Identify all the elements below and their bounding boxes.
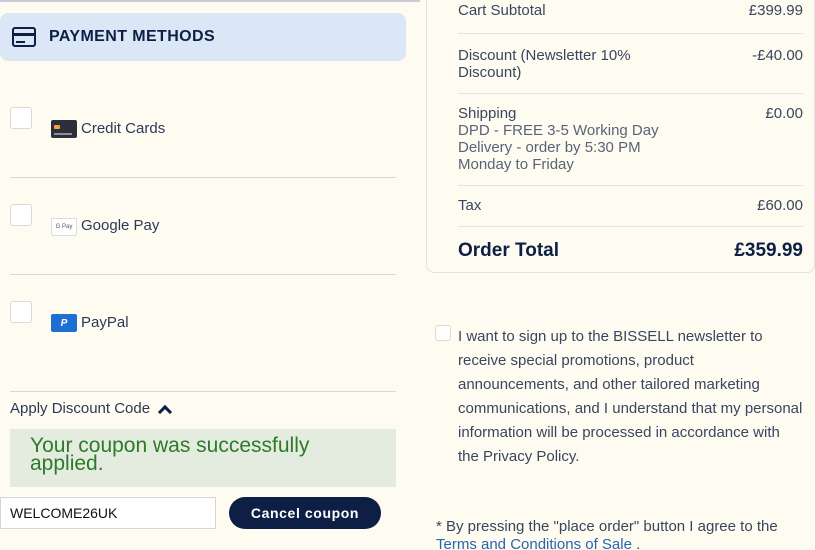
order-total-value: £359.99: [734, 240, 803, 261]
terms-suffix: .: [636, 536, 641, 550]
google-pay-checkbox[interactable]: [10, 204, 32, 226]
credit-card-icon: [12, 27, 36, 47]
discount-value: -£40.00: [752, 47, 803, 64]
google-pay-label: Google Pay: [81, 217, 160, 234]
discount-label: Discount (Newsletter 10% Discount): [458, 47, 631, 81]
discount-row: Discount (Newsletter 10% Discount) -£40.…: [458, 47, 803, 83]
divider: [10, 391, 396, 392]
credit-cards-label: Credit Cards: [81, 120, 166, 137]
paypal-logo-icon: P: [51, 314, 77, 332]
divider: [458, 226, 803, 227]
credit-cards-checkbox[interactable]: [10, 107, 32, 129]
tax-row: Tax £60.00: [458, 197, 803, 215]
discount-code-input[interactable]: [0, 497, 216, 529]
payment-option-paypal[interactable]: P PayPal: [10, 301, 396, 341]
terms-link[interactable]: Terms and Conditions of Sale: [436, 536, 632, 550]
cart-subtotal-value: £399.99: [748, 2, 803, 19]
divider: [458, 93, 803, 94]
order-summary: Cart Subtotal £399.99 Discount (Newslett…: [426, 0, 815, 273]
divider: [458, 33, 803, 34]
newsletter-checkbox[interactable]: [435, 325, 451, 341]
google-pay-logo-icon: G Pay: [51, 218, 77, 236]
divider: [458, 185, 803, 186]
shipping-label: Shipping: [458, 105, 517, 122]
coupon-success-message: Your coupon was successfully applied.: [10, 429, 396, 487]
tax-value: £60.00: [757, 197, 803, 214]
cancel-coupon-button[interactable]: Cancel coupon: [229, 497, 381, 529]
terms-text: * By pressing the "place order" button I…: [436, 518, 778, 535]
divider: [10, 274, 396, 275]
shipping-block: Shipping DPD - FREE 3-5 Working Day Deli…: [458, 105, 668, 173]
divider: [10, 177, 396, 178]
newsletter-text: I want to sign up to the BISSELL newslet…: [458, 328, 803, 465]
tax-label: Tax: [458, 197, 482, 214]
cart-subtotal-label: Cart Subtotal: [458, 2, 546, 19]
shipping-value: £0.00: [765, 105, 803, 122]
payment-methods-title: PAYMENT METHODS: [49, 28, 216, 45]
credit-card-logo-icon: [51, 120, 77, 138]
paypal-label: PayPal: [81, 314, 129, 331]
shipping-detail: DPD - FREE 3-5 Working Day Delivery - or…: [458, 122, 659, 173]
apply-discount-toggle[interactable]: Apply Discount Code: [10, 400, 173, 419]
chevron-up-icon: [158, 404, 173, 419]
shipping-row: Shipping DPD - FREE 3-5 Working Day Deli…: [458, 105, 803, 175]
payment-methods-header: PAYMENT METHODS: [0, 13, 406, 61]
order-total-label: Order Total: [458, 240, 559, 261]
checkout-page: PAYMENT METHODS Credit Cards G Pay Googl…: [0, 0, 815, 550]
paypal-checkbox[interactable]: [10, 301, 32, 323]
apply-discount-label: Apply Discount Code: [10, 400, 151, 417]
payment-option-credit-cards[interactable]: Credit Cards: [10, 107, 396, 147]
order-total-row: Order Total £359.99: [458, 240, 803, 264]
cart-subtotal-row: Cart Subtotal £399.99: [458, 2, 803, 20]
terms-notice: * By pressing the "place order" button I…: [436, 518, 814, 550]
payment-option-google-pay[interactable]: G Pay Google Pay: [10, 204, 396, 244]
